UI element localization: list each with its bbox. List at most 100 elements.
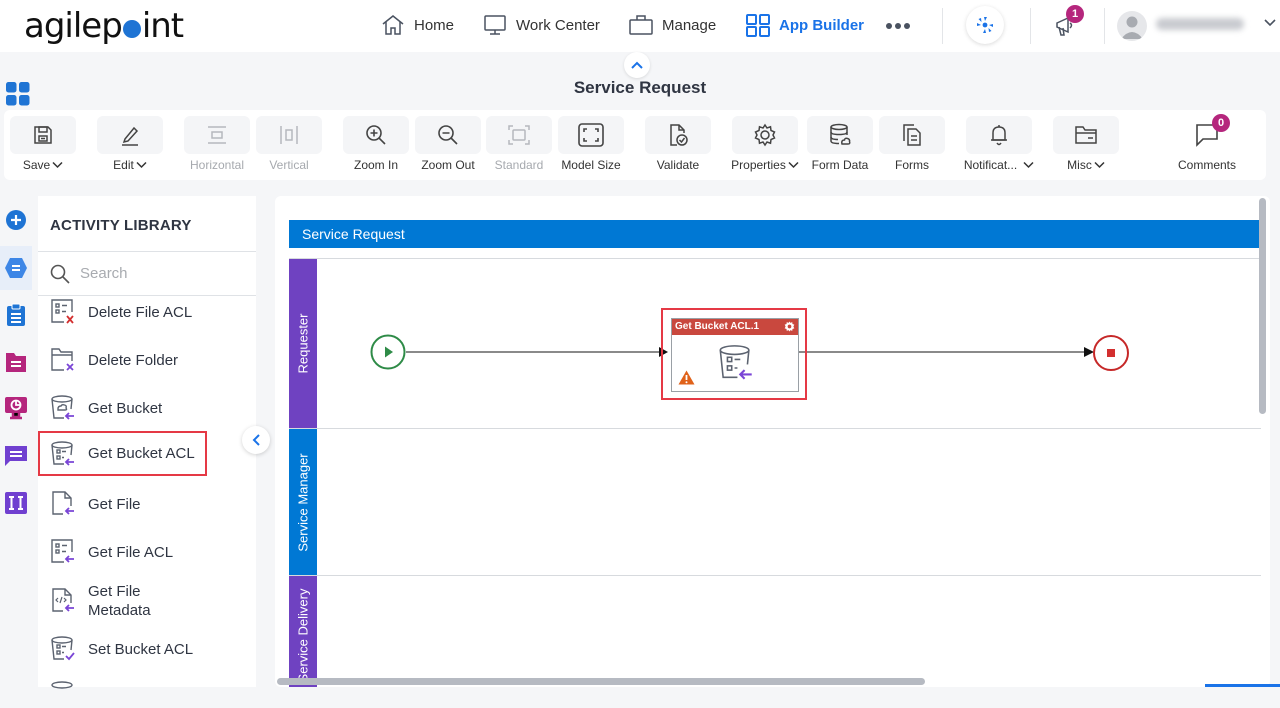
properties-button[interactable]: Properties <box>731 116 799 172</box>
chevron-down-icon <box>136 161 147 169</box>
library-item-set-bucket-acl[interactable]: Set Bucket ACL <box>50 635 193 663</box>
variables-icon <box>5 492 27 514</box>
library-title: ACTIVITY LIBRARY <box>50 217 192 234</box>
nav-manage-label: Manage <box>662 16 717 34</box>
model-size-button[interactable]: Model Size <box>558 116 624 172</box>
search-icon <box>50 264 70 284</box>
library-item-get-bucket-acl[interactable]: Get Bucket ACL <box>38 431 207 476</box>
bell-icon <box>988 123 1010 147</box>
get-file-acl-icon <box>50 538 76 566</box>
logo-text-left: agilep <box>24 6 123 46</box>
stop-icon <box>1093 335 1129 371</box>
horizontal-layout-icon <box>206 124 228 146</box>
activity-settings-gear-icon[interactable] <box>784 321 795 332</box>
add-icon <box>5 209 27 231</box>
flow-connectors <box>406 347 1094 357</box>
forms-button[interactable]: Forms <box>879 116 945 172</box>
chevron-up-icon <box>631 61 643 69</box>
agilepoint-logo[interactable]: agilep int <box>24 6 184 46</box>
vertical-layout-icon <box>278 124 300 146</box>
zoom-in-icon <box>364 123 388 147</box>
page-title: Service Request <box>573 78 707 97</box>
rail-chat[interactable] <box>0 434 32 478</box>
rail-clipboard[interactable] <box>0 293 32 337</box>
misc-button[interactable]: Misc <box>1053 116 1119 172</box>
zoom-out-icon <box>436 123 460 147</box>
activity-box[interactable]: Get Bucket ACL.1 <box>671 318 799 392</box>
rail-variables[interactable] <box>0 481 32 525</box>
collapse-library-button[interactable] <box>242 426 270 454</box>
activity-get-bucket-acl[interactable]: Get Bucket ACL.1 <box>661 308 807 400</box>
nav-work-center-label: Work Center <box>516 16 600 34</box>
horizontal-scrollbar[interactable] <box>277 678 925 685</box>
zoom-out-button[interactable]: Zoom Out <box>415 116 481 172</box>
model-size-label: Model Size <box>561 158 621 172</box>
get-file-icon <box>50 490 76 518</box>
library-item-label: Delete Folder <box>88 351 179 369</box>
library-item-get-file-acl[interactable]: Get File ACL <box>50 538 173 566</box>
library-item-label: Delete File ACL <box>88 303 193 321</box>
ai-assistant-button[interactable] <box>966 6 1004 44</box>
library-item-get-file[interactable]: Get File <box>50 490 141 518</box>
delete-folder-icon <box>50 346 76 374</box>
process-canvas[interactable]: Service Request Requester Service Manage… <box>275 196 1270 687</box>
nav-manage[interactable]: Manage <box>628 12 716 38</box>
forms-icon <box>901 123 923 147</box>
avatar[interactable] <box>1117 11 1147 41</box>
dashboard-monitor-icon <box>4 396 28 420</box>
validate-button[interactable]: Validate <box>645 116 711 172</box>
edit-button[interactable]: Edit <box>97 116 163 172</box>
chat-icon <box>4 444 28 468</box>
horizontal-layout-button[interactable]: Horizontal <box>184 116 250 172</box>
set-bucket-acl-icon <box>50 635 76 663</box>
nav-home-label: Home <box>414 16 455 34</box>
notifications-button[interactable]: Notificat... <box>963 116 1034 172</box>
rail-documents[interactable] <box>0 340 32 384</box>
rail-activities[interactable] <box>0 246 32 290</box>
start-event[interactable] <box>370 334 406 370</box>
monitor-icon <box>482 12 508 38</box>
end-event[interactable] <box>1092 334 1130 372</box>
warning-icon[interactable] <box>678 370 695 385</box>
get-bucket-icon <box>50 394 76 422</box>
search-input[interactable] <box>80 265 230 282</box>
collapse-header-button[interactable] <box>624 52 650 78</box>
chevron-left-icon <box>252 434 260 446</box>
user-name-blurred[interactable] <box>1156 18 1244 30</box>
divider <box>1104 8 1105 44</box>
rail-add[interactable] <box>0 198 32 242</box>
form-data-label: Form Data <box>811 158 869 172</box>
comments-button[interactable]: 0 Comments <box>1174 114 1240 172</box>
zoom-in-button[interactable]: Zoom In <box>343 116 409 172</box>
properties-label: Properties <box>731 158 786 172</box>
chevron-down-icon <box>1094 161 1105 169</box>
vertical-scrollbar[interactable] <box>1259 198 1266 414</box>
rail-reports[interactable] <box>0 386 32 430</box>
more-dots-icon[interactable] <box>885 18 911 34</box>
top-nav-bar: agilep int Home Work Center Manage App Bu… <box>0 0 1280 52</box>
form-data-button[interactable]: Form Data <box>807 116 873 172</box>
chevron-down-icon <box>1023 161 1034 169</box>
announcements-button[interactable]: 1 <box>1054 5 1084 38</box>
library-item-delete-folder[interactable]: Delete Folder <box>50 346 178 374</box>
activity-header: Get Bucket ACL.1 <box>672 319 798 335</box>
model-size-icon <box>578 123 604 147</box>
library-item-get-bucket[interactable]: Get Bucket <box>50 394 162 422</box>
nav-work-center[interactable]: Work Center <box>482 12 600 38</box>
standard-size-icon <box>507 124 531 146</box>
nav-app-builder[interactable]: App Builder <box>745 12 864 38</box>
save-button[interactable]: Save <box>10 116 76 172</box>
user-menu-chevron-down-icon[interactable] <box>1264 19 1276 27</box>
library-item-get-file-metadata[interactable]: Get File Metadata <box>50 582 151 620</box>
get-bucket-acl-icon <box>717 343 755 383</box>
notifications-label: Notificat... <box>963 158 1018 172</box>
vertical-layout-button[interactable]: Vertical <box>256 116 322 172</box>
standard-size-button[interactable]: Standard <box>486 116 552 172</box>
library-item-delete-file-acl[interactable]: Delete File ACL <box>50 298 192 326</box>
library-item-label-line1: Get File <box>88 583 141 600</box>
folder-document-icon <box>5 351 27 373</box>
library-item-partial[interactable] <box>50 680 76 708</box>
pinwheel-icon <box>975 15 995 35</box>
nav-home[interactable]: Home <box>380 12 454 38</box>
edit-icon <box>119 124 141 146</box>
